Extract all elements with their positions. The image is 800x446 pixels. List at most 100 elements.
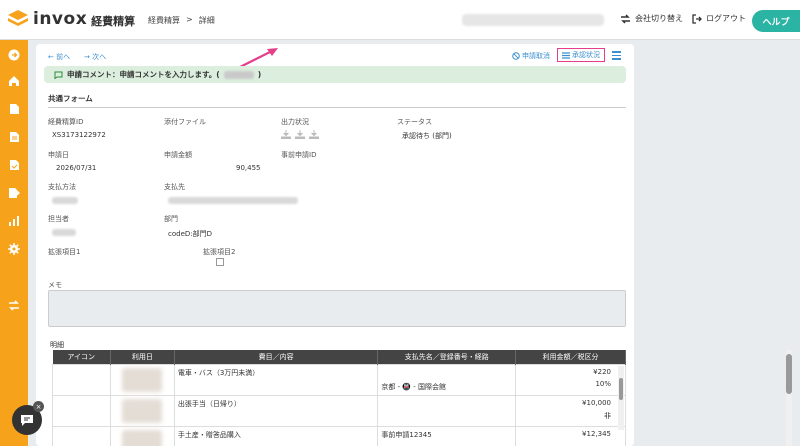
breadcrumb-separator: > (186, 15, 193, 24)
chat-close-icon[interactable]: × (33, 401, 44, 412)
person-in-charge-redacted (52, 229, 76, 236)
row-amount: ¥10,000 (582, 398, 611, 407)
logout-label: ログアウト (706, 14, 746, 23)
department-value: codeD:部門D (168, 230, 213, 238)
row-amount-cell: ¥220 10% (515, 363, 626, 396)
detail-section-title: 明細 (50, 341, 64, 349)
comment-redacted (223, 70, 254, 79)
detail-table: アイコン 利用日 費目／内容 支払先名／登録番号・経路 利用金額／税区分 電車・… (52, 350, 626, 446)
page-scroll-thumb[interactable] (786, 354, 792, 394)
list-icon (562, 51, 570, 59)
expense-id-value: XS3173122972 (52, 131, 106, 139)
payment-method-label: 支払方法 (48, 183, 76, 191)
table-row[interactable]: 手土産・贈答品購入 事前申請12345 ¥12,345 (52, 425, 626, 446)
next-link[interactable]: → 次へ (84, 52, 106, 62)
approval-status-button[interactable]: 承認状況 (557, 48, 605, 62)
table-scrollbar[interactable] (618, 366, 624, 430)
row-item-cell: 手土産・贈答品購入 (173, 425, 379, 446)
table-row[interactable]: 出張手当（日帰り） ¥10,000 非 (52, 394, 626, 427)
column-header-date: 利用日 (110, 350, 175, 364)
chart-icon[interactable] (7, 214, 21, 228)
comment-text: 申請コメント：申請コメントを入力します。( (67, 70, 220, 79)
table-row[interactable]: 電車・バス（3万円未満） 京都 - 🚇 - 国際会館 ¥220 10% (52, 363, 626, 396)
help-button[interactable]: ヘルプ (752, 10, 800, 32)
column-header-payee: 支払先名／登録番号・経路 (377, 350, 517, 364)
person-in-charge-label: 担当者 (48, 215, 69, 223)
cancel-application-label: 申請取消 (522, 52, 550, 60)
row-date-cell (109, 425, 175, 446)
row-route-cell (377, 394, 517, 427)
download-icons (281, 130, 319, 139)
breadcrumb: 経費精算 > 詳細 (148, 15, 215, 26)
row-route: 京都 - 🚇 - 国際会館 (381, 382, 447, 391)
row-tax: 非 (604, 411, 611, 420)
receipt-thumbnail (122, 367, 163, 392)
row-amount: ¥12,345 (582, 429, 611, 438)
row-route: 事前申請12345 (381, 430, 432, 439)
breadcrumb-item-detail: 詳細 (198, 16, 215, 25)
document-list-icon[interactable] (7, 130, 21, 144)
sidebar (0, 40, 28, 446)
expense-id-label: 経費精算ID (48, 118, 84, 126)
switch-company-icon[interactable] (7, 298, 21, 312)
row-icon-cell (52, 363, 111, 396)
page-scrollbar[interactable] (786, 350, 792, 446)
extension-field-1-label: 拡張項目1 (48, 248, 81, 256)
extension-field-2-label: 拡張項目2 (203, 248, 236, 256)
cancel-application-link[interactable]: 申請取消 (512, 51, 550, 61)
app-logo[interactable]: invox 経費精算 (7, 9, 135, 29)
hamburger-menu-icon[interactable] (612, 51, 621, 60)
output-status-label: 出力状況 (281, 118, 309, 126)
column-header-item: 費目／内容 (174, 350, 379, 364)
row-route-cell: 事前申請12345 (377, 425, 517, 446)
receipt-thumbnail (122, 398, 163, 423)
application-date-value: 2026/07/31 (56, 164, 97, 172)
ban-icon (512, 52, 520, 60)
row-icon-cell (52, 425, 111, 446)
memo-label: メモ (48, 281, 62, 289)
comment-icon (54, 71, 63, 79)
row-date-cell (109, 363, 175, 396)
memo-textarea[interactable] (48, 290, 626, 327)
row-item: 電車・バス（3万円未満） (177, 368, 260, 377)
prev-link[interactable]: ← 前へ (48, 52, 70, 62)
section-divider (48, 107, 626, 108)
download-icon[interactable] (295, 130, 305, 139)
document-check-icon[interactable] (7, 158, 21, 172)
row-item-cell: 電車・バス（3万円未満） (173, 363, 379, 396)
row-item: 出張手当（日帰り） (177, 399, 241, 408)
logo-text: invox (33, 9, 88, 29)
table-scroll-thumb[interactable] (619, 378, 623, 400)
logout-icon (692, 13, 702, 24)
switch-company-label: 会社切り替え (635, 14, 683, 23)
breadcrumb-item-expenses[interactable]: 経費精算 (148, 15, 180, 26)
top-bar: invox 経費精算 経費精算 > 詳細 会社切り替え ログアウト ヘルプ (0, 0, 800, 40)
download-icon[interactable] (309, 130, 319, 139)
document-icon[interactable] (7, 102, 21, 116)
switch-company-button[interactable]: 会社切り替え (620, 13, 683, 24)
payment-method-redacted (52, 197, 78, 204)
comment-suffix: ) (257, 70, 262, 79)
switch-icon (621, 13, 630, 24)
extension-field-2-checkbox[interactable] (216, 258, 224, 266)
column-header-icon: アイコン (52, 350, 111, 364)
row-item-cell: 出張手当（日帰り） (173, 394, 379, 427)
arrow-right-circle-icon[interactable] (7, 48, 21, 62)
row-tax: 10% (595, 379, 611, 388)
logout-button[interactable]: ログアウト (692, 13, 746, 24)
row-amount-cell: ¥12,345 (515, 425, 626, 446)
row-date-cell (109, 394, 175, 427)
column-header-amount: 利用金額／税区分 (515, 350, 626, 364)
home-icon[interactable] (7, 74, 21, 88)
gear-icon[interactable] (7, 242, 21, 256)
document-export-icon[interactable] (7, 186, 21, 200)
row-item: 手土産・贈答品購入 (177, 430, 241, 439)
payee-label: 支払先 (164, 183, 185, 191)
application-amount-value: 90,455 (236, 164, 261, 172)
logo-subtitle: 経費精算 (91, 14, 136, 28)
row-amount: ¥220 (593, 367, 611, 376)
download-icon[interactable] (281, 130, 291, 139)
row-amount-cell: ¥10,000 非 (515, 394, 626, 427)
attachment-label: 添付ファイル (164, 118, 206, 126)
payee-redacted (168, 197, 298, 204)
